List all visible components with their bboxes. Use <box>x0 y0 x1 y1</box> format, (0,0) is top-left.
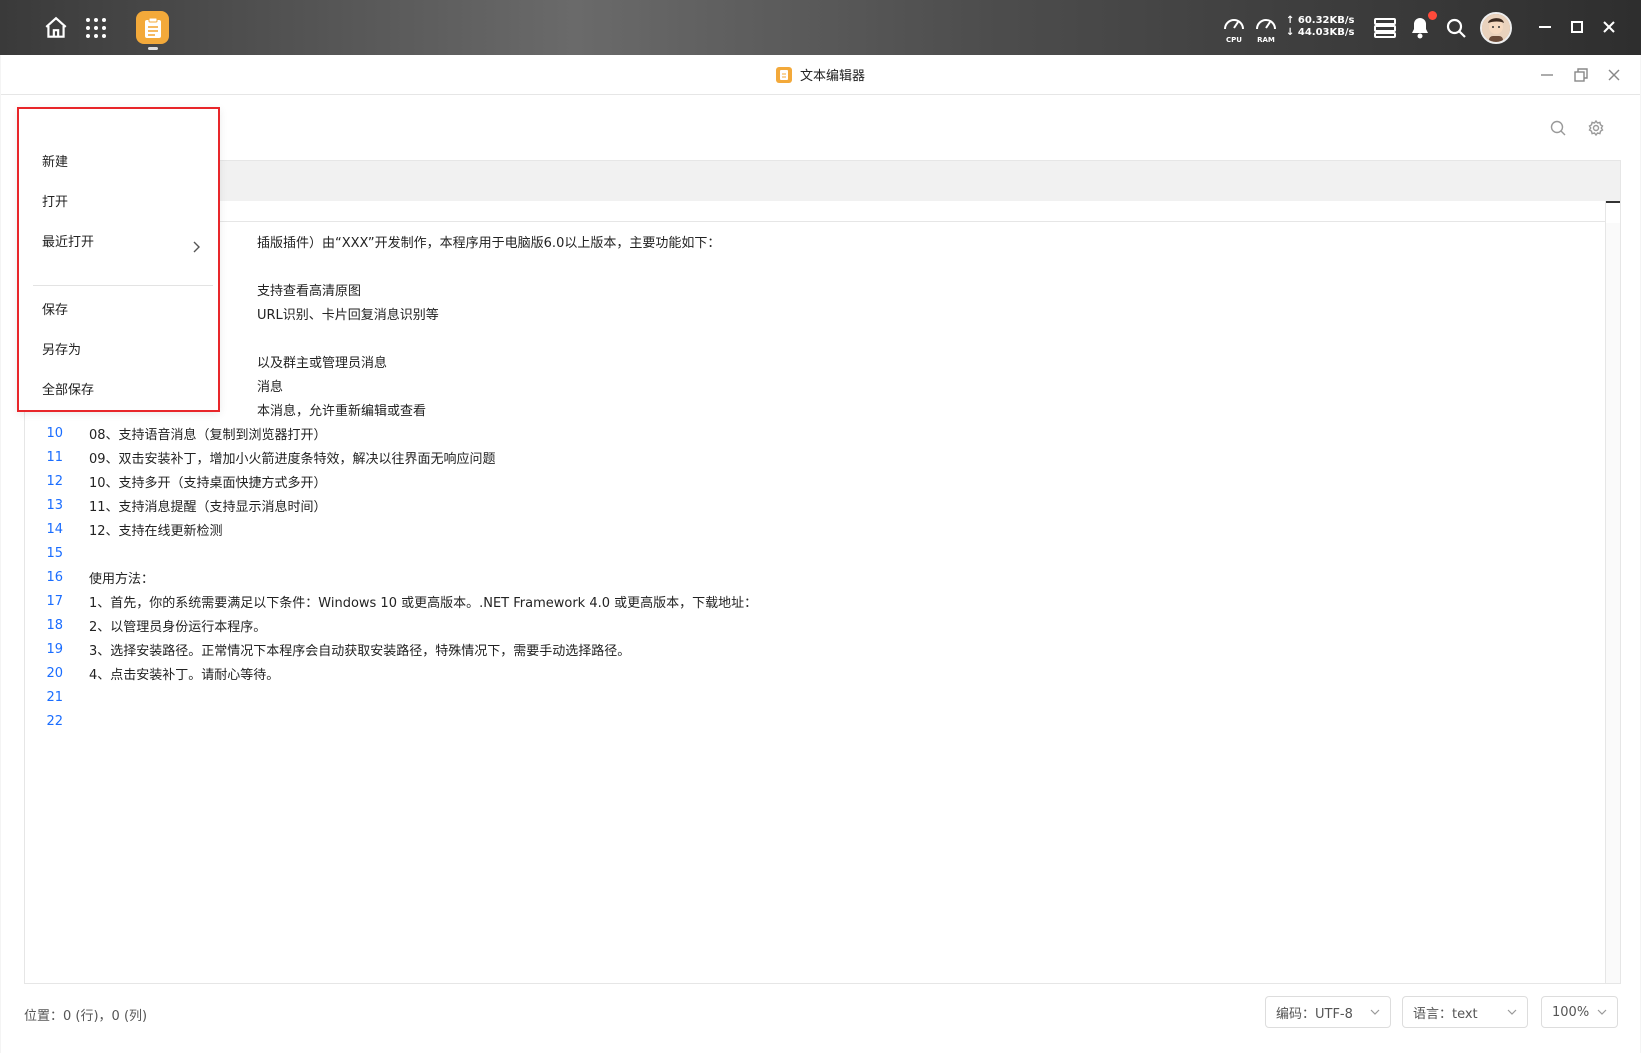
editor-line[interactable]: 12 10、支持多开（支持桌面快捷方式多开） <box>25 469 1595 493</box>
line-text: 10、支持多开（支持桌面快捷方式多开） <box>89 475 327 491</box>
active-app-indicator <box>148 47 158 50</box>
line-number: 10 <box>46 425 63 441</box>
language-select[interactable]: 语言：text <box>1402 996 1528 1028</box>
editor-line[interactable]: 支持查看高清原图 <box>25 277 1595 301</box>
zoom-value: 100% <box>1552 1004 1590 1020</box>
line-text: 3、选择安装路径。正常情况下本程序会自动获取安装路径，特殊情况下，需要手动选择路… <box>89 643 631 659</box>
line-text: 12、支持在线更新检测 <box>89 523 223 539</box>
line-text: 使用方法： <box>89 571 155 587</box>
file-dropdown-menu: 新建 打开 最近打开 保存 另存为 全部保存 <box>17 107 220 412</box>
editor-line[interactable]: 15 <box>25 541 1595 565</box>
line-text: 11、支持消息提醒（支持显示消息时间） <box>89 499 327 515</box>
chevron-down-icon <box>1597 1009 1607 1015</box>
editor-line[interactable]: 插版插件）由“XXX”开发制作，本程序用于电脑版6.0以上版本，主要功能如下： <box>25 229 1595 253</box>
editor-tab-strip <box>25 161 1620 201</box>
line-number: 12 <box>46 473 63 489</box>
editor-line[interactable]: 消息 <box>25 373 1595 397</box>
editor-line[interactable] <box>25 253 1595 277</box>
menu-item-save-all[interactable]: 全部保存 <box>42 374 94 402</box>
menu-item-open[interactable]: 打开 <box>42 186 68 214</box>
scrollbar-thumb[interactable] <box>1606 201 1620 223</box>
ram-label: RAM <box>1257 36 1275 44</box>
editor-line[interactable]: 16 使用方法： <box>25 565 1595 589</box>
editor-ruler <box>25 201 1620 222</box>
editor-line[interactable]: 21 <box>25 685 1595 709</box>
zoom-select[interactable]: 100% <box>1541 996 1618 1028</box>
editor-line[interactable]: 11 09、双击安装补丁，增加小火箭进度条特效，解决以往界面无响应问题 <box>25 445 1595 469</box>
cursor-position: 位置：0 (行)，0 (列) <box>24 1009 148 1024</box>
editor-line[interactable]: URL识别、卡片回复消息识别等 <box>25 301 1595 325</box>
language-value: 语言：text <box>1413 1006 1478 1022</box>
line-number: 14 <box>46 521 63 537</box>
encoding-value: 编码：UTF-8 <box>1276 1006 1353 1022</box>
editor-line[interactable]: 20 4、点击安装补丁。请耐心等待。 <box>25 661 1595 685</box>
line-number: 15 <box>46 545 63 561</box>
editor-line[interactable]: 10 08、支持语音消息（复制到浏览器打开） <box>25 421 1595 445</box>
menu-item-save[interactable]: 保存 <box>42 294 68 322</box>
menu-item-new[interactable]: 新建 <box>42 146 68 174</box>
window-title: 文本编辑器 <box>799 69 865 84</box>
editor-line[interactable]: 本消息，允许重新编辑或查看 <box>25 397 1595 421</box>
editor-line[interactable] <box>25 325 1595 349</box>
window-titlebar: 文本编辑器 <box>1 55 1640 95</box>
vertical-scrollbar[interactable] <box>1605 201 1620 983</box>
system-bar: CPU RAM ↑ 60.32KB/s ↓ 44.03KB/s <box>0 0 1641 55</box>
editor-area[interactable]: 插版插件）由“XXX”开发制作，本程序用于电脑版6.0以上版本，主要功能如下： 支… <box>24 160 1621 984</box>
editor-line[interactable]: 19 3、选择安装路径。正常情况下本程序会自动获取安装路径，特殊情况下，需要手动选… <box>25 637 1595 661</box>
user-avatar[interactable] <box>1480 12 1512 44</box>
editor-line[interactable]: 14 12、支持在线更新检测 <box>25 517 1595 541</box>
net-upload: ↑ 60.32KB/s <box>1286 15 1355 26</box>
chevron-down-icon <box>1507 1009 1517 1015</box>
menu-item-save-as[interactable]: 另存为 <box>42 334 81 362</box>
close-icon[interactable] <box>1597 15 1621 39</box>
notification-badge <box>1428 11 1437 20</box>
editor-line[interactable]: 17 1、首先，你的系统需要满足以下条件：Windows 10 或更高版本。.NE… <box>25 589 1595 613</box>
settings-gear-icon[interactable] <box>1585 117 1607 139</box>
window-restore-icon[interactable] <box>1569 63 1593 87</box>
net-download: ↓ 44.03KB/s <box>1286 27 1355 38</box>
text-editor-window: 文本编辑器 文件 编辑 插版插件）由“XXX” <box>1 55 1640 1053</box>
line-text: 1、首先，你的系统需要满足以下条件：Windows 10 或更高版本。.NET … <box>89 595 758 611</box>
window-minimize-icon[interactable] <box>1535 63 1559 87</box>
notepad-icon <box>775 66 792 83</box>
code-lines[interactable]: 插版插件）由“XXX”开发制作，本程序用于电脑版6.0以上版本，主要功能如下： 支… <box>25 229 1595 733</box>
menu-divider <box>33 285 213 286</box>
editor-line[interactable]: 18 2、以管理员身份运行本程序。 <box>25 613 1595 637</box>
chevron-down-icon <box>1370 1009 1380 1015</box>
editor-line[interactable]: 22 <box>25 709 1595 733</box>
encoding-select[interactable]: 编码：UTF-8 <box>1265 996 1391 1028</box>
network-speed: ↑ 60.32KB/s ↓ 44.03KB/s <box>1286 15 1354 39</box>
cpu-label: CPU <box>1226 36 1242 44</box>
line-text: 4、点击安装补丁。请耐心等待。 <box>89 667 280 683</box>
line-text: 08、支持语音消息（复制到浏览器打开） <box>89 427 327 443</box>
home-icon[interactable] <box>40 12 72 44</box>
menu-item-recent[interactable]: 最近打开 <box>42 226 94 254</box>
line-number: 11 <box>46 449 63 465</box>
line-number: 18 <box>46 617 63 633</box>
line-number: 19 <box>46 641 63 657</box>
line-number: 21 <box>46 689 63 705</box>
line-number: 17 <box>46 593 63 609</box>
line-number: 22 <box>46 713 63 729</box>
server-icon[interactable] <box>1369 12 1401 44</box>
minimize-icon[interactable] <box>1533 15 1557 39</box>
line-text: 2、以管理员身份运行本程序。 <box>89 619 267 635</box>
app-grid-icon[interactable] <box>80 12 112 44</box>
line-number: 16 <box>46 569 63 585</box>
editor-line[interactable]: 13 11、支持消息提醒（支持显示消息时间） <box>25 493 1595 517</box>
chevron-right-icon <box>193 241 201 257</box>
search-icon[interactable] <box>1440 12 1472 44</box>
line-text: 09、双击安装补丁，增加小火箭进度条特效，解决以往界面无响应问题 <box>89 451 496 467</box>
ram-gauge-icon[interactable]: RAM <box>1252 14 1280 44</box>
cpu-gauge-icon[interactable]: CPU <box>1220 14 1248 44</box>
editor-line[interactable]: 以及群主或管理员消息 <box>25 349 1595 373</box>
text-editor-app-icon[interactable] <box>136 11 169 44</box>
window-close-icon[interactable] <box>1602 63 1626 87</box>
line-number: 13 <box>46 497 63 513</box>
find-icon[interactable] <box>1547 117 1569 139</box>
line-number: 20 <box>46 665 63 681</box>
maximize-icon[interactable] <box>1565 15 1589 39</box>
